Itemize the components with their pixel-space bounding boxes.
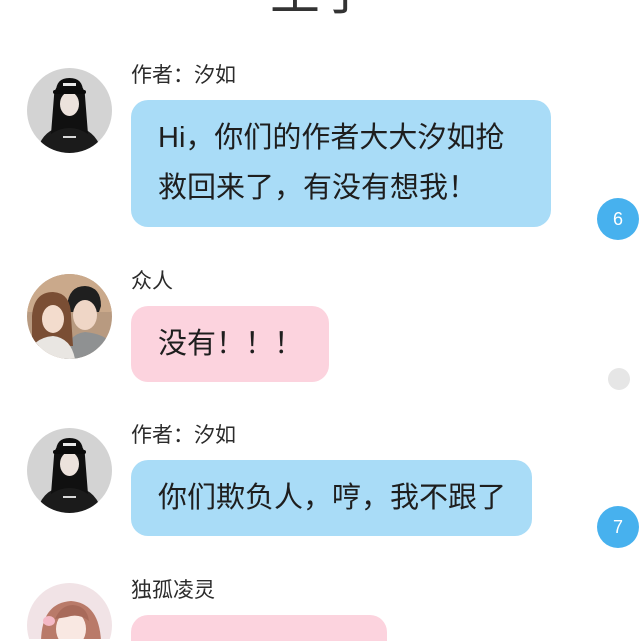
avatar xyxy=(27,583,112,639)
avatar xyxy=(27,68,112,153)
comment-count-badge[interactable]: 7 xyxy=(597,506,639,548)
chat-message: 众人 没有！！！ xyxy=(0,270,560,382)
message-bubble xyxy=(131,615,387,641)
message-text-line: 你们欺负人，哼，我不跟了 xyxy=(158,482,507,514)
sender-name: 众人 xyxy=(131,270,173,293)
chat-message: 独孤凌灵 xyxy=(0,579,560,641)
comment-indicator-dot[interactable] xyxy=(608,368,630,390)
sender-name: 独孤凌灵 xyxy=(131,579,215,602)
avatar-image xyxy=(27,68,112,153)
chat-message: 作者：汐如 你们欺负人，哼，我不跟了 xyxy=(0,424,560,536)
avatar-image xyxy=(27,428,112,513)
avatar xyxy=(27,428,112,513)
message-bubble: Hi，你们的作者大大汐如抢 救回来了，有没有想我！ xyxy=(131,100,551,227)
chat-message: 作者：汐如 Hi，你们的作者大大汐如抢 救回来了，有没有想我！ xyxy=(0,64,560,227)
message-text-line: 没有！！！ xyxy=(158,328,304,360)
message-bubble: 没有！！！ xyxy=(131,306,329,382)
comment-count-badge[interactable]: 6 xyxy=(597,198,639,240)
message-text-line: Hi，你们的作者大大汐如抢 xyxy=(158,122,505,154)
message-text-line: 救回来了，有没有想我！ xyxy=(158,172,478,204)
message-bubble: 你们欺负人，哼，我不跟了 xyxy=(131,460,532,536)
sender-name: 作者：汐如 xyxy=(131,64,236,87)
avatar-image xyxy=(27,274,112,359)
page-title-area: 王子 xyxy=(0,0,640,16)
avatar xyxy=(27,274,112,359)
avatar-image xyxy=(27,583,112,639)
sender-name: 作者：汐如 xyxy=(131,424,236,447)
page-title: 王子 xyxy=(0,0,640,16)
